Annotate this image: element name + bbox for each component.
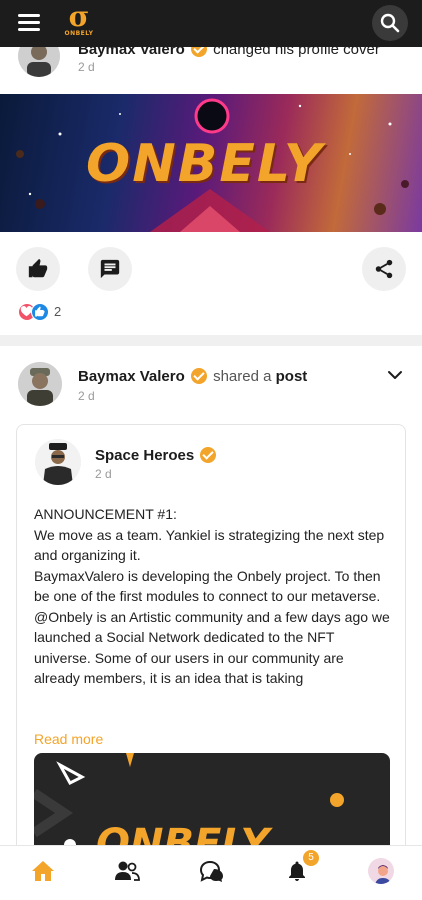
bottom-navigation: 5 <box>0 845 422 900</box>
like-button[interactable] <box>16 247 60 291</box>
post-body-line: @Onbely is an Artistic community and a f… <box>34 608 390 687</box>
avatar <box>368 858 394 884</box>
nav-messages[interactable] <box>197 856 227 886</box>
shared-post-link[interactable]: post <box>276 368 308 385</box>
like-reaction-icon <box>31 303 49 321</box>
comment-button[interactable] <box>88 247 132 291</box>
accent-dot <box>330 793 344 807</box>
post-time: 2 d <box>78 389 95 403</box>
search-button[interactable] <box>372 5 408 41</box>
reaction-count: 2 <box>54 304 62 319</box>
onbely-logo[interactable]: σ ONBELY <box>60 2 98 42</box>
post-card-shared: Baymax Valero shared a post 2 d Space He… <box>0 346 422 846</box>
shared-post[interactable]: Space Heroes 2 d ANNOUNCEMENT #1: We mov… <box>16 424 406 846</box>
search-icon <box>380 13 400 33</box>
shared-author-name: Space Heroes <box>95 447 218 464</box>
cover-title: ONBELY <box>86 134 324 194</box>
author-name[interactable]: Baymax Valero <box>78 368 185 385</box>
shared-author-label[interactable]: Space Heroes <box>95 447 194 464</box>
post-card-cover-change: Baymax Valero changed his profile cover … <box>0 35 422 335</box>
avatar[interactable] <box>35 439 81 485</box>
nav-notifications[interactable]: 5 <box>283 850 319 886</box>
logo-text: ONBELY <box>64 30 94 37</box>
share-button[interactable] <box>362 247 406 291</box>
avatar[interactable] <box>18 362 62 406</box>
post-body-line: BaymaxValero is developing the Onbely pr… <box>34 567 381 605</box>
notification-badge: 5 <box>303 850 319 866</box>
cover-image[interactable]: ONBELY <box>0 94 422 232</box>
post-time: 2 d <box>95 467 112 481</box>
verified-icon <box>190 368 207 384</box>
post-actions <box>0 247 422 291</box>
nav-profile[interactable] <box>366 856 396 886</box>
post-body: ANNOUNCEMENT #1: We move as a team. Yank… <box>34 504 390 689</box>
post-header: Baymax Valero shared a post <box>78 368 307 385</box>
post-options-button[interactable] <box>386 366 404 384</box>
thumbs-up-icon <box>28 258 48 278</box>
nav-friends[interactable] <box>112 856 142 886</box>
shared-post-image[interactable]: ONBELY <box>34 753 390 846</box>
promo-title: ONBELY <box>96 821 270 846</box>
share-icon <box>375 259 393 279</box>
comment-icon <box>100 259 120 279</box>
chevron-down-icon <box>388 371 402 379</box>
friends-icon <box>115 861 140 881</box>
post-body-line: We move as a team. Yankiel is strategizi… <box>34 526 385 564</box>
post-time: 2 d <box>78 60 95 74</box>
top-app-bar: σ ONBELY <box>0 0 422 47</box>
read-more-link[interactable]: Read more <box>34 731 103 747</box>
home-icon <box>32 861 54 881</box>
nav-home[interactable] <box>28 856 58 886</box>
logo-mark: σ <box>68 0 90 33</box>
post-body-line: ANNOUNCEMENT #1: <box>34 506 177 522</box>
menu-icon[interactable] <box>18 14 40 32</box>
chat-icon <box>199 860 223 882</box>
post-action: shared a <box>213 368 272 385</box>
verified-icon <box>200 447 217 463</box>
